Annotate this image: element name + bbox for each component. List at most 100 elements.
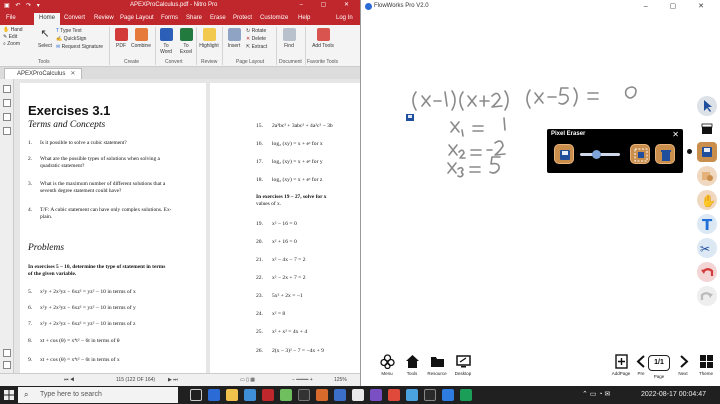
app-taskbar-icon[interactable] bbox=[424, 389, 436, 401]
add-tools-button[interactable]: Add Tools bbox=[311, 28, 335, 49]
insert-button[interactable]: Insert bbox=[225, 28, 243, 49]
quick-access-icons[interactable]: ▣ ↶ ↷ ▾ bbox=[4, 2, 42, 9]
menu-review[interactable]: Review bbox=[94, 15, 114, 21]
page-title: Exercises 3.1 bbox=[28, 103, 111, 118]
section-problems: Problems bbox=[28, 243, 65, 253]
extract-button[interactable]: ⇱ Extract bbox=[246, 43, 267, 51]
app-taskbar-icon[interactable] bbox=[352, 389, 364, 401]
right-toolbar: ✋ T ✂ bbox=[695, 96, 719, 316]
tools-button[interactable]: Tools bbox=[401, 354, 423, 376]
eraser-tool-button[interactable] bbox=[697, 142, 717, 162]
app-taskbar-icon[interactable] bbox=[298, 389, 310, 401]
to-excel-button[interactable]: To Excel bbox=[177, 28, 195, 55]
edge-icon[interactable] bbox=[208, 389, 220, 401]
rotate-button[interactable]: ↻ Rotate bbox=[246, 27, 267, 35]
cursor-icon bbox=[704, 100, 712, 112]
shapes-tool-button[interactable] bbox=[697, 166, 717, 186]
view-mode-icons[interactable]: ▭ ▯ ▦ bbox=[240, 377, 255, 383]
group-label-document: Document bbox=[279, 59, 302, 65]
menu-page-layout[interactable]: Page Layout bbox=[120, 15, 154, 21]
desktop-button[interactable]: Desktop bbox=[452, 354, 474, 376]
window-controls[interactable]: – ▢ ✕ bbox=[300, 1, 357, 8]
file-explorer-icon[interactable] bbox=[226, 389, 238, 401]
page-indicator[interactable]: 1/1 bbox=[648, 355, 670, 371]
app-taskbar-icon[interactable] bbox=[442, 389, 454, 401]
select-button[interactable]: ↖ Select bbox=[37, 28, 53, 49]
menu-erase[interactable]: Erase bbox=[210, 15, 226, 21]
zoom-level[interactable]: 125% bbox=[334, 377, 347, 383]
menu-convert[interactable]: Convert bbox=[64, 15, 85, 21]
menu-protect[interactable]: Protect bbox=[233, 15, 252, 21]
comments-panel-icon[interactable] bbox=[3, 113, 11, 121]
task-view-icon[interactable] bbox=[190, 389, 202, 401]
pdf-button[interactable]: PDF bbox=[113, 28, 129, 49]
page-number-field[interactable]: 115 (122 OF 164) bbox=[116, 377, 155, 383]
ink-stroke bbox=[444, 91, 448, 107]
area-eraser-button[interactable] bbox=[630, 144, 650, 164]
menu-file[interactable]: File bbox=[6, 15, 16, 21]
pages-panel-icon[interactable] bbox=[3, 85, 11, 93]
app-taskbar-icon[interactable] bbox=[334, 389, 346, 401]
menu-button[interactable]: Menu bbox=[376, 354, 398, 376]
mail-icon[interactable] bbox=[244, 389, 256, 401]
quicksign-button[interactable]: ✍ QuickSign bbox=[56, 35, 103, 43]
tray-icons[interactable]: ⌃ ▭ ◔ ✉ bbox=[582, 390, 610, 398]
attachments-panel-icon[interactable] bbox=[3, 127, 11, 135]
panel-anchor-dot bbox=[687, 149, 692, 154]
windows-start-icon[interactable] bbox=[4, 390, 14, 400]
type-text-button[interactable]: T Type Text bbox=[56, 27, 103, 35]
pixel-eraser-button[interactable] bbox=[554, 144, 574, 164]
slider-handle[interactable] bbox=[591, 150, 601, 159]
text-tool-button[interactable]: T bbox=[697, 214, 717, 234]
help-panel-icon[interactable] bbox=[3, 361, 11, 369]
hand-tool[interactable]: ✋ Hand bbox=[3, 27, 23, 34]
pen-tool-button[interactable] bbox=[697, 119, 717, 139]
clear-all-button[interactable] bbox=[655, 144, 675, 164]
document-view[interactable]: Exercises 3.1 Terms and Concepts 1. Is it… bbox=[14, 79, 360, 373]
hand-tool-button[interactable]: ✋ bbox=[697, 190, 717, 210]
taskbar-clock[interactable]: 2022-08-17 00:04:47 bbox=[641, 391, 706, 398]
taskbar-search[interactable]: ⌕ Type here to search bbox=[18, 387, 178, 403]
highlight-button[interactable]: Highlight bbox=[198, 28, 220, 49]
resource-button[interactable]: Resource bbox=[426, 354, 448, 376]
edit-tool[interactable]: ✎ Edit bbox=[3, 34, 23, 41]
cut-tool-button[interactable]: ✂ bbox=[697, 238, 717, 258]
app-taskbar-icon[interactable] bbox=[316, 389, 328, 401]
page-nav-forward-icons[interactable]: ▶ ⏭ bbox=[168, 377, 178, 383]
page-nav-icons[interactable]: ⏮ ◀ bbox=[64, 377, 74, 383]
nitro-sidebar bbox=[0, 79, 14, 373]
menu-help[interactable]: Help bbox=[298, 15, 310, 21]
app-taskbar-icon[interactable] bbox=[280, 389, 292, 401]
menu-customize[interactable]: Customize bbox=[260, 15, 288, 21]
handwriting-canvas[interactable] bbox=[362, 0, 720, 352]
to-word-button[interactable]: To Word bbox=[157, 28, 175, 55]
menu-share[interactable]: Share bbox=[186, 15, 202, 21]
menu-forms[interactable]: Forms bbox=[161, 15, 178, 21]
undo-button[interactable] bbox=[697, 262, 717, 282]
zoom-slider[interactable]: − ━━━━ + bbox=[292, 377, 313, 383]
app-taskbar-icon[interactable] bbox=[370, 389, 382, 401]
ribbon-divider bbox=[222, 27, 223, 65]
settings-panel-icon[interactable] bbox=[3, 349, 11, 357]
theme-button[interactable]: Theme bbox=[695, 354, 717, 376]
menu-home[interactable]: Home bbox=[34, 13, 61, 25]
close-icon[interactable]: ✕ bbox=[672, 130, 679, 139]
find-button[interactable]: Find bbox=[281, 28, 297, 49]
delete-button[interactable]: ✕ Delete bbox=[246, 35, 267, 43]
combine-button[interactable]: Combine bbox=[130, 28, 152, 49]
menu-log-in[interactable]: Log In bbox=[336, 15, 353, 21]
app-taskbar-icon[interactable] bbox=[406, 389, 418, 401]
add-page-button[interactable]: AddPage bbox=[610, 354, 632, 376]
zoom-tool[interactable]: ⌕ Zoom bbox=[3, 41, 23, 48]
request-signature-button[interactable]: ✉ Request Signature bbox=[56, 43, 103, 51]
app-taskbar-icon[interactable] bbox=[388, 389, 400, 401]
bookmarks-panel-icon[interactable] bbox=[3, 99, 11, 107]
close-tab-icon[interactable]: ✕ bbox=[70, 71, 75, 77]
group-label-convert: Convert bbox=[165, 59, 183, 65]
select-tool-button[interactable] bbox=[697, 96, 717, 116]
redo-button[interactable] bbox=[697, 286, 717, 306]
next-page-button[interactable]: Next bbox=[672, 354, 694, 376]
document-tab[interactable]: APEXProCalculus ✕ bbox=[4, 68, 83, 79]
app-taskbar-icon[interactable] bbox=[460, 389, 472, 401]
nitro-taskbar-icon[interactable] bbox=[262, 389, 274, 401]
